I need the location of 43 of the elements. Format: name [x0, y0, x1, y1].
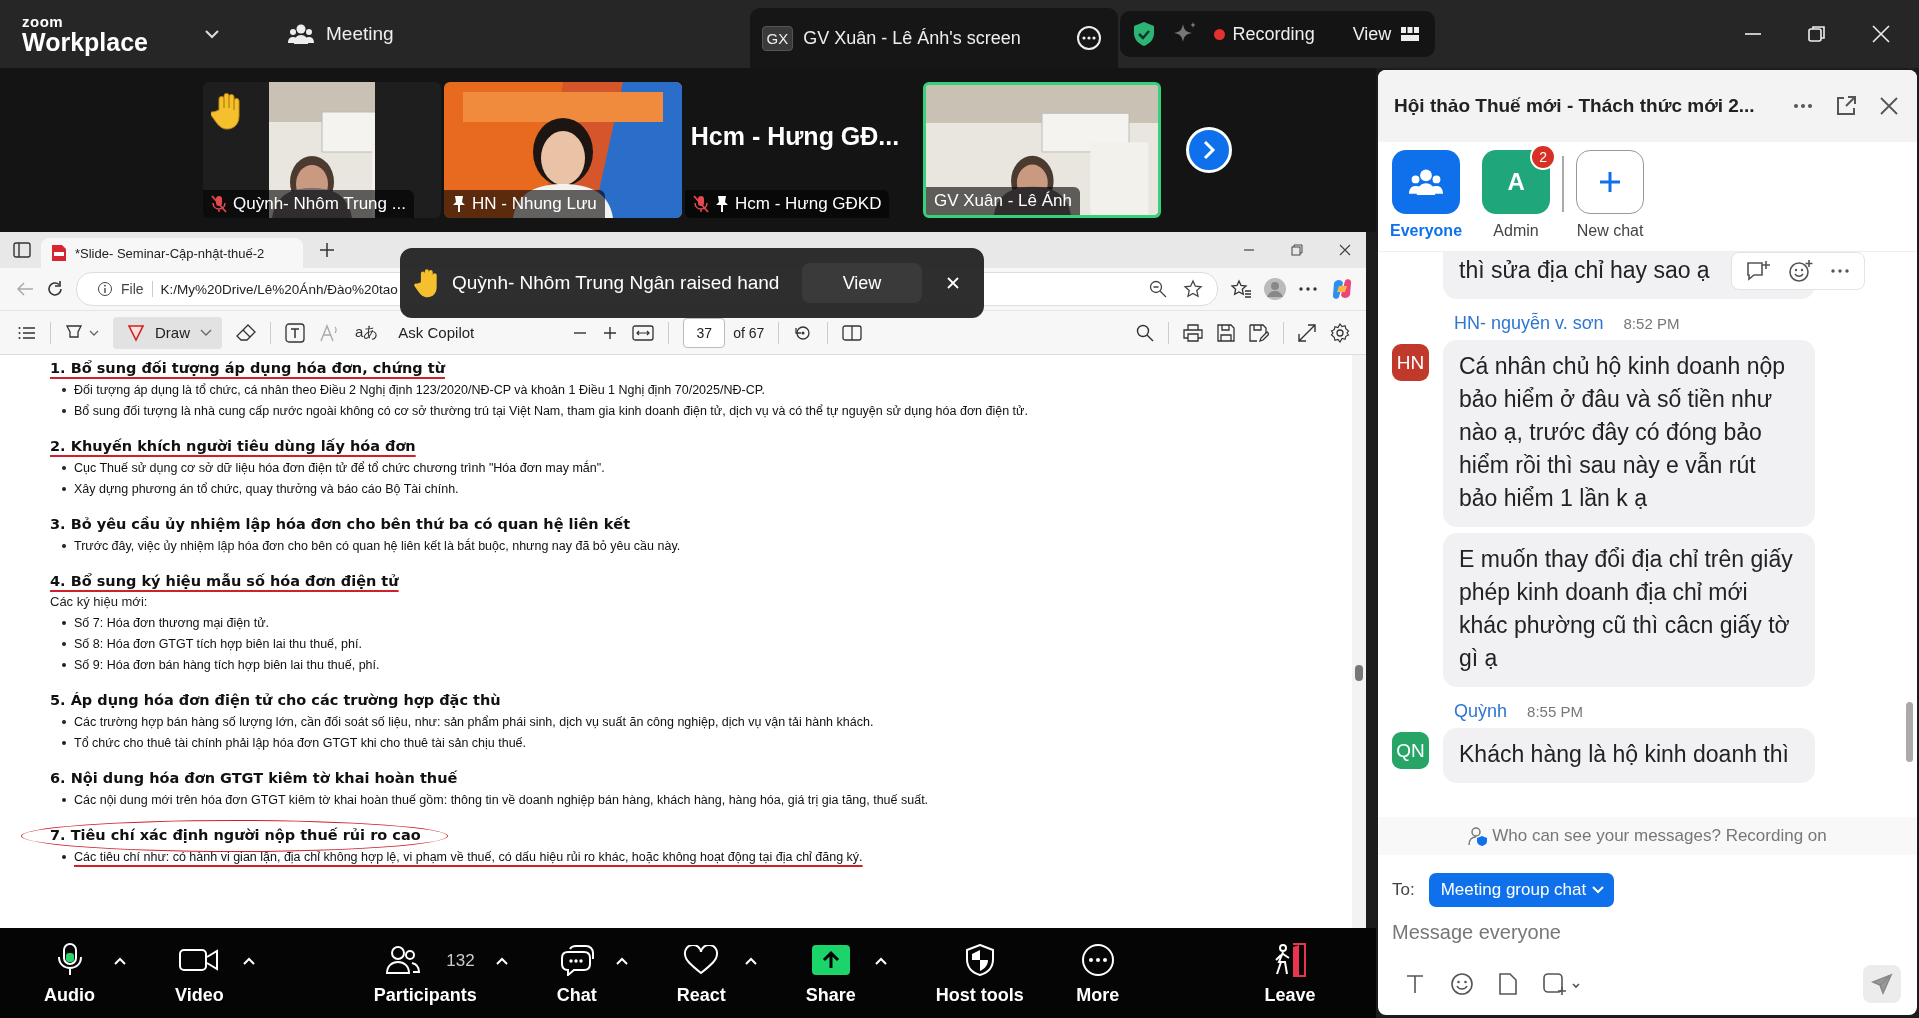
section-heading: 4. Bổ sung ký hiệu mẫu số hóa đơn điện tử	[50, 572, 399, 591]
message-time: 8:55 PM	[1527, 703, 1583, 720]
to-label: To:	[1392, 880, 1415, 900]
section-heading: 5. Áp dụng hóa đơn điện tử cho các trường hợp đặc thù	[50, 691, 501, 710]
intro-text: Các ký hiệu mới:	[50, 593, 149, 611]
message-text: Cá nhân chủ hộ kinh doanh nộp bảo hiểm ở đâu và số tiền như nào ạ, trước đây có đóng bảo hiểm rồi thì sau này e vẫn rút bảo hiểm 1 lần k ạ	[1459, 353, 1786, 511]
section-heading: 3. Bỏ yêu cầu ủy nhiệm lập hóa đơn cho bên thứ ba có quan hệ liên kết	[50, 515, 631, 534]
chat-title: Hội thảo Thuế mới - Thách thức mới 2...	[1394, 95, 1756, 117]
message-time: 8:52 PM	[1623, 315, 1680, 332]
bullet-text: Đối tượng áp dụng là tổ chức, cá nhân theo Điều 2 Nghị định 123/2020/NĐ-CP và khoản 1 Điều 1 Nghị định 70/2025/NĐ-CP.	[74, 382, 765, 399]
notice-text: Who can see your messages? Recording on	[1492, 826, 1827, 846]
bullet-text: Các trường hợp bán hàng số lượng lớn, cần đối soát số liệu, như: sản phẩm phái sinh, dịch vụ suất ăn công nghiệp, dịch vụ vận tải hành khách.	[74, 714, 874, 731]
app-name: Workplace	[22, 29, 148, 55]
bullet-text: Tổ chức cho thuê tài chính phải lập hóa đơn GTGT khi cho thuê tài sản chịu thuế.	[74, 735, 527, 752]
participant-name: Hcm - Hưng GĐ...	[690, 121, 900, 151]
url-label: File	[121, 281, 153, 297]
participant-name: GV Xuân - Lê Ánh	[934, 191, 1072, 211]
section-heading: 6. Nội dung hóa đơn GTGT kiêm tờ khai hoàn thuế	[50, 769, 458, 788]
message-text: Khách hàng là hộ kinh doanh thì	[1459, 741, 1789, 767]
bullet-text: Các tiêu chí như: có hành vi gian lận, địa chỉ không hợp lệ, vi phạm về thuế, có dấu hiệu rủi ro khác, hoặc không hoạt động tại địa chỉ đăng ký.	[74, 849, 863, 866]
tab-title: *Slide- Seminar-Cập-nhật-thuế-2	[75, 245, 265, 261]
participant-count: 132	[446, 950, 475, 971]
bullet-text: Cục Thuế sử dụng cơ sở dữ liệu hóa đơn điện tử để tổ chức chương trình "Hóa đơn may mắn".	[74, 459, 605, 477]
message-text: E muốn thay đổi địa chỉ trên giấy phép kinh doanh địa chỉ mới khác phường cũ thì câcn giấy tờ gì ạ	[1459, 546, 1793, 671]
bullet-text: Các nội dung mới trên hóa đơn GTGT kiêm tờ khai hoàn thuế gồm: thông tin về doanh nghiệp bán hàng, khách hàng, hàng hóa, giá trị gia tăng, thuế suất.	[74, 792, 929, 809]
participant-name: Hcm - Hưng GĐKD	[735, 194, 882, 214]
bullet-text: Số 8: Hóa đơn GTGT tích hợp biên lai thu thuế, phí.	[74, 636, 362, 653]
bullet-text: Xây dựng phương án tổ chức, quay thưởng và báo cáo Bộ Tài chính.	[74, 481, 459, 498]
participant-name: Quỳnh- Nhôm Trung ...	[233, 194, 406, 214]
bullet-text: Số 7: Hóa đơn thương mại điện tử.	[74, 615, 270, 632]
page-count: of 67	[733, 324, 765, 341]
bullet-text: Trước đây, việc ủy nhiệm lập hóa đơn cho bên có quan hệ liên kết là bắt buộc, nhưng nay đã bỏ yêu cầu này.	[74, 537, 681, 555]
participant-name: HN - Nhung Lưu	[472, 194, 597, 214]
message-text: thì sửa địa chỉ hay sao ạ	[1459, 257, 1710, 283]
section-heading: 1. Bổ sung đối tượng áp dụng hóa đơn, chứng từ	[50, 359, 445, 378]
section-heading: 2. Khuyến khích người tiêu dùng lấy hóa đơn	[50, 437, 416, 456]
share-title: GV Xuân - Lê Ánh's screen	[803, 27, 1022, 49]
toast-message: Quỳnh- Nhôm Trung Ngân raised hand	[452, 272, 781, 294]
logo-wordmark: zoom	[22, 13, 65, 29]
url-text: K:/My%20Drive/Lê%20Ánh/Đào%20tao	[160, 281, 398, 297]
bullet-text: Số 9: Hóa đơn bán hàng tích hợp biên lai thu thuế, phí.	[74, 657, 380, 674]
bullet-text: Bổ sung đối tượng là nhà cung cấp nước ngoài không có cơ sở thường trú tại Việt Nam, tham gia kinh doanh điện tử, dịch vụ và có thể tự nguyện sử dụng hóa đơn điện tử.	[74, 403, 1028, 420]
avatar: GX	[761, 25, 794, 51]
